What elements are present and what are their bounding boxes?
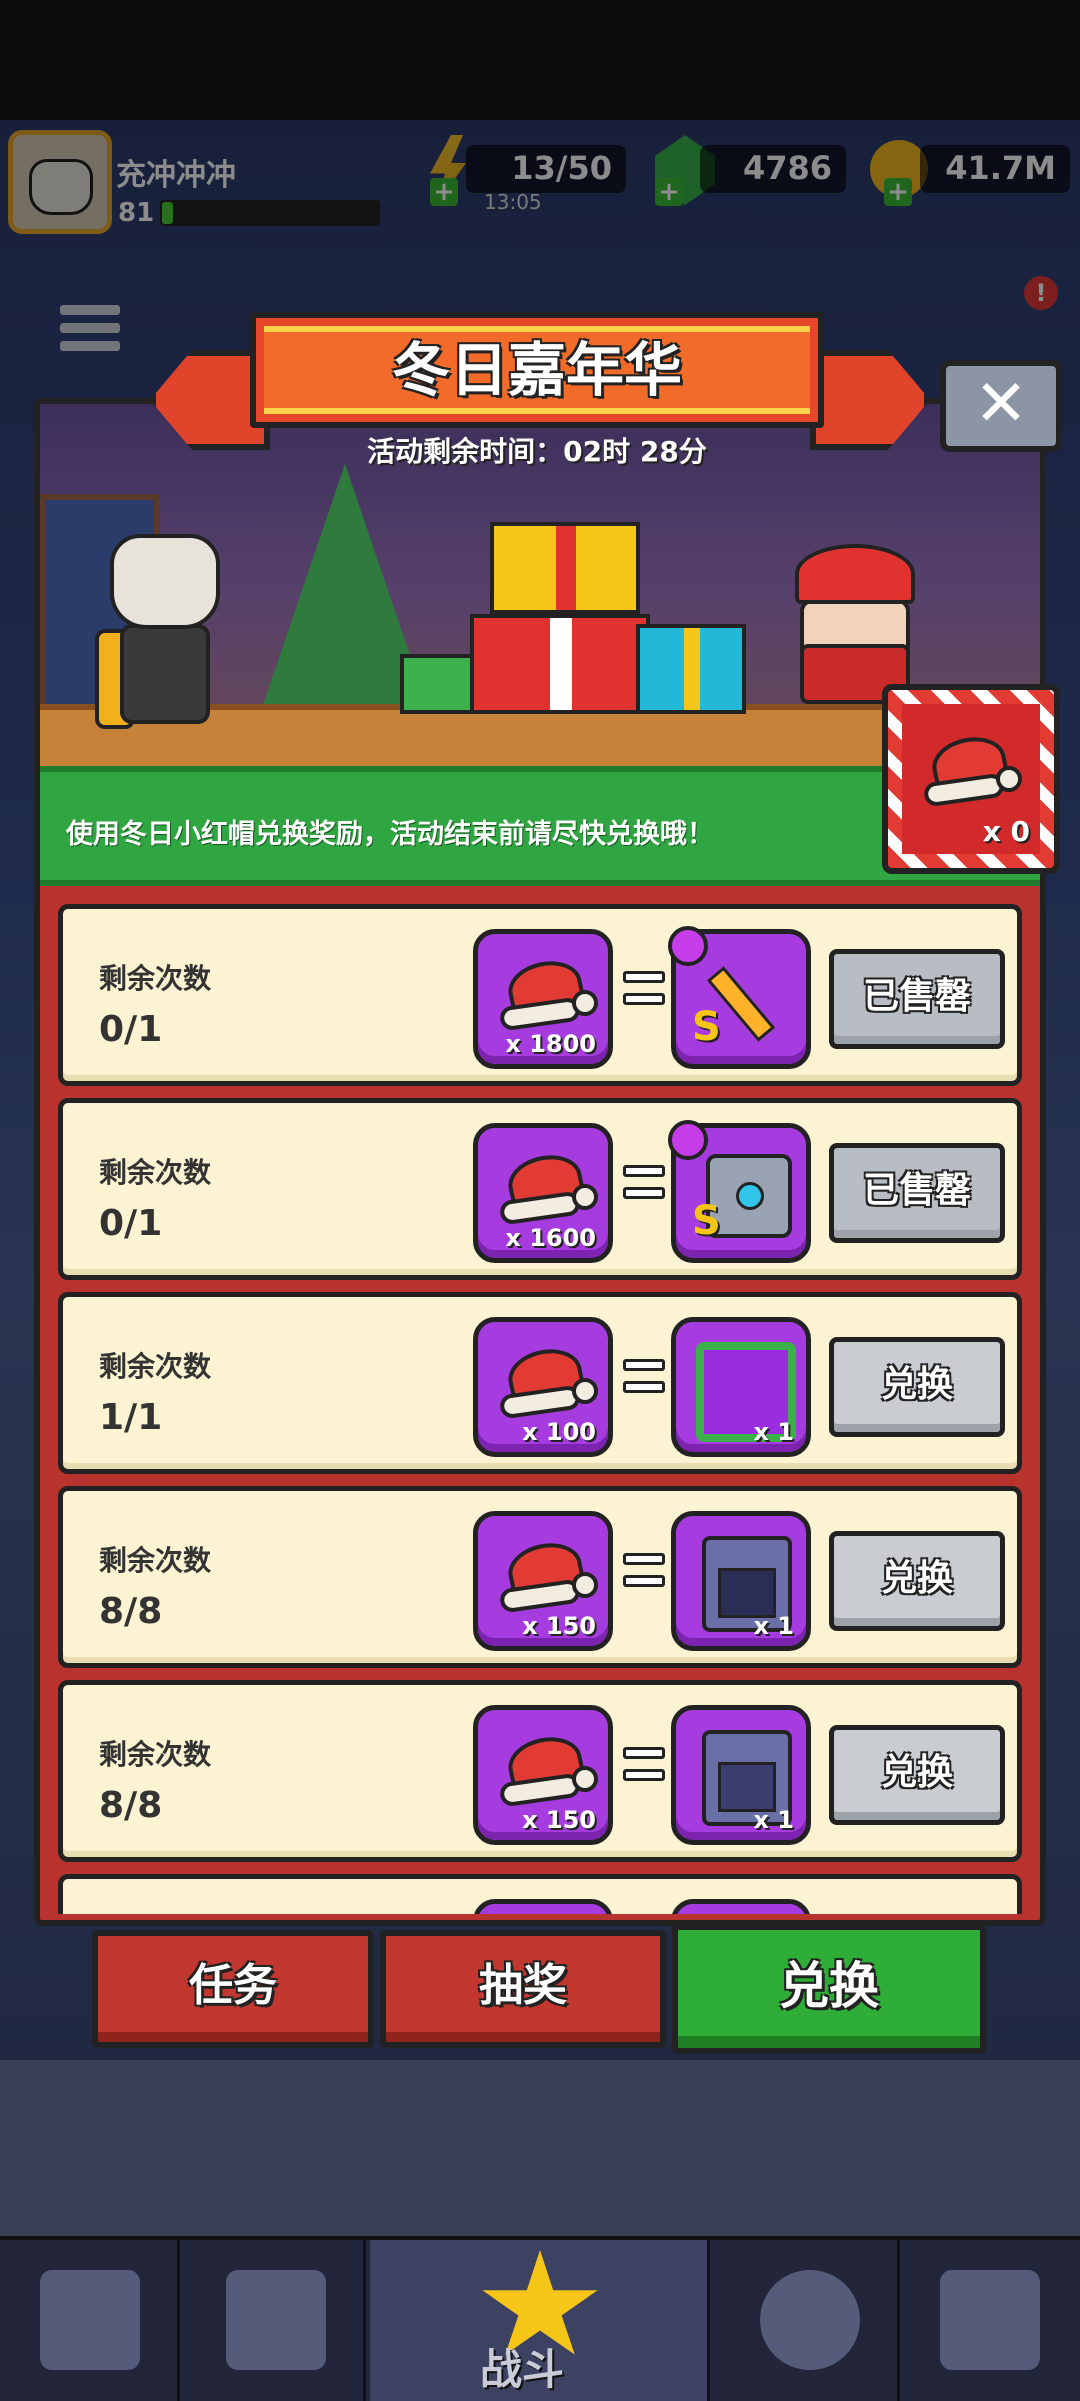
cost-slot: x 1800 <box>473 929 613 1069</box>
reward-quantity: x 1 <box>753 1418 794 1446</box>
reward-slot[interactable]: S <box>668 1120 811 1263</box>
nav-evolve[interactable] <box>900 2240 1080 2401</box>
hat-balance: x 0 <box>982 815 1030 848</box>
santa-hat-icon <box>922 730 1022 808</box>
weapon-icon <box>226 2270 326 2370</box>
hat-balance-box: x 0 <box>882 684 1060 874</box>
cost-slot: x 100 <box>473 1317 613 1457</box>
armor-type-icon <box>668 1120 708 1160</box>
remaining-label: 剩余次数 <box>99 962 212 995</box>
shop-icon <box>40 2270 140 2370</box>
reward-slot[interactable]: x 1 <box>671 1705 811 1845</box>
event-panel: 使用冬日小红帽兑换奖励，活动结束前请尽快兑换哦！ x 0 剩余次数 0/1 x … <box>34 398 1060 1926</box>
cost-amount: x 1800 <box>505 1030 596 1058</box>
tab-exchange[interactable]: 兑换 <box>672 1924 986 2054</box>
cost-slot: x 150 <box>473 1511 613 1651</box>
equals-icon <box>623 1747 665 1791</box>
santa-hat-icon <box>498 1148 598 1226</box>
nav-weapons[interactable] <box>186 2240 366 2401</box>
exchange-button[interactable]: 兑换 <box>829 1725 1005 1825</box>
cost-amount: x 100 <box>522 1418 596 1446</box>
offer-row-partial <box>58 1874 1022 1914</box>
cost-slot <box>473 1899 613 1914</box>
lower-background <box>0 2060 1080 2240</box>
reward-slot <box>671 1899 811 1914</box>
reward-quantity: x 1 <box>753 1806 794 1834</box>
exchange-button[interactable]: 兑换 <box>829 1531 1005 1631</box>
gift-icon <box>470 614 650 714</box>
cost-slot: x 150 <box>473 1705 613 1845</box>
santa-hat-icon <box>498 954 598 1032</box>
cost-amount: x 150 <box>522 1612 596 1640</box>
gift-icon <box>400 654 480 714</box>
nav-talents[interactable] <box>720 2240 900 2401</box>
weapon-type-icon <box>668 926 708 966</box>
offer-row: 剩余次数 8/8 x 150 x 1 兑换 <box>58 1680 1022 1862</box>
cost-amount: x 1600 <box>505 1224 596 1252</box>
remaining-label: 剩余次数 <box>99 1156 212 1189</box>
equals-icon <box>623 1553 665 1597</box>
rank-s-icon: S <box>692 1004 721 1050</box>
event-title: 冬日嘉年华 <box>391 336 682 404</box>
offer-row: 剩余次数 1/1 x 100 x 1 兑换 <box>58 1292 1022 1474</box>
tab-tasks[interactable]: 任务 <box>92 1930 374 2048</box>
reward-quantity: x 1 <box>753 1612 794 1640</box>
gift-icon <box>636 624 746 714</box>
reward-slot[interactable]: S <box>668 926 811 1069</box>
remaining-label: 剩余次数 <box>99 1738 212 1771</box>
offer-row: 剩余次数 0/1 x 1600 S 已售罄 <box>58 1098 1022 1280</box>
santa-hat-icon <box>498 1536 598 1614</box>
remaining-count: 1/1 <box>99 1397 163 1438</box>
offer-row: 剩余次数 0/1 x 1800 S 已售罄 <box>58 904 1022 1086</box>
tab-lottery[interactable]: 抽奖 <box>380 1930 666 2048</box>
dna-icon <box>940 2270 1040 2370</box>
nav-battle-label: 战斗 <box>480 2345 565 2394</box>
remaining-count: 8/8 <box>99 1591 163 1632</box>
close-button[interactable]: ✕ <box>940 360 1062 452</box>
cat-hero-icon <box>90 534 230 734</box>
santa-hat-icon <box>498 1730 598 1808</box>
santa-hat-icon <box>498 1342 598 1420</box>
reward-slot[interactable]: x 1 <box>671 1511 811 1651</box>
equals-icon <box>623 1165 665 1209</box>
sold-out-button[interactable]: 已售罄 <box>829 949 1005 1049</box>
remaining-label: 剩余次数 <box>99 1350 212 1383</box>
talent-orb-icon <box>760 2270 860 2370</box>
rank-s-icon: S <box>692 1198 721 1244</box>
offer-row: 剩余次数 8/8 x 150 x 1 兑换 <box>58 1486 1022 1668</box>
reward-slot[interactable]: x 1 <box>671 1317 811 1457</box>
game-screen: 充冲冲冲 81 + 13/50 13:05 + 4786 + 41.7M ! 使… <box>0 0 1080 2401</box>
exchange-button[interactable]: 兑换 <box>829 1337 1005 1437</box>
remaining-count: 0/1 <box>99 1203 163 1244</box>
event-instructions: 使用冬日小红帽兑换奖励，活动结束前请尽快兑换哦！ <box>66 819 714 850</box>
gift-icon <box>490 522 640 614</box>
offer-list[interactable]: 剩余次数 0/1 x 1800 S 已售罄 剩余次数 0/1 x 1600 S … <box>58 904 1022 1914</box>
nav-shop[interactable] <box>0 2240 180 2401</box>
sold-out-button[interactable]: 已售罄 <box>829 1143 1005 1243</box>
remaining-count: 0/1 <box>99 1009 163 1050</box>
equals-icon <box>623 971 665 1015</box>
cost-slot: x 1600 <box>473 1123 613 1263</box>
event-countdown: 活动剩余时间：02时 28分 <box>367 435 707 468</box>
cost-amount: x 150 <box>522 1806 596 1834</box>
remaining-label: 剩余次数 <box>99 1544 212 1577</box>
remaining-count: 8/8 <box>99 1785 163 1826</box>
equals-icon <box>623 1359 665 1403</box>
